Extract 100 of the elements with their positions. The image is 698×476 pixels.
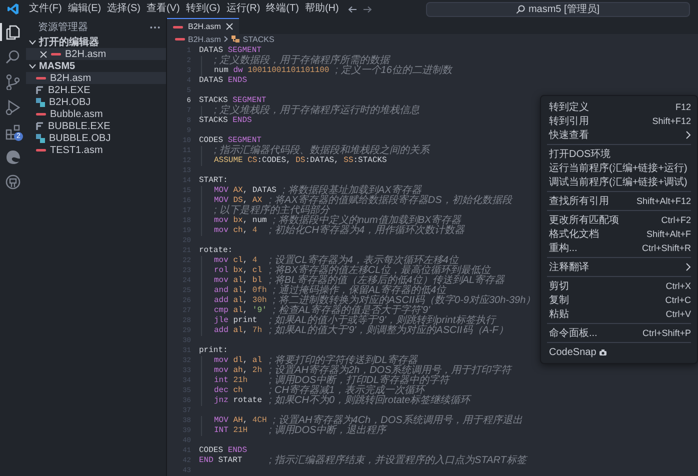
shortcut-text: Shift+F12 bbox=[652, 116, 691, 126]
cat-logo-icon[interactable] bbox=[5, 174, 21, 190]
code-line: add al, 7h bbox=[201, 326, 268, 336]
code-comment: ; 将数据段基址加载到AX寄存器 bbox=[282, 186, 422, 196]
menu-item[interactable]: 复制 Ctrl+C bbox=[541, 293, 697, 307]
menu-item[interactable]: 运行(R) bbox=[223, 0, 264, 18]
play-bug-icon[interactable] bbox=[5, 99, 21, 115]
chevron-right-icon bbox=[686, 131, 691, 139]
menu-item[interactable]: 转到引用 Shift+F12 bbox=[541, 114, 697, 128]
file-item[interactable]: B2H.OBJ bbox=[26, 96, 166, 108]
menu-item[interactable]: CodeSnap bbox=[541, 345, 697, 359]
menu-item[interactable]: 转到定义 F12 bbox=[541, 100, 697, 114]
code-comment: ; 如果AL的值大于'9'，则调整为对应的ASCII码（A-F） bbox=[269, 326, 508, 336]
more-icon[interactable] bbox=[150, 26, 160, 28]
object-file-icon bbox=[36, 98, 45, 106]
code-comment: ; 定义一个16位的二进制数 bbox=[335, 66, 452, 76]
code-line: CODES ENDS bbox=[199, 446, 248, 456]
code-line: mov al, bl bbox=[201, 276, 268, 286]
file-item[interactable]: Bubble.asm bbox=[26, 108, 166, 120]
assembly-file-icon bbox=[36, 146, 46, 154]
back-arrow-icon[interactable] bbox=[348, 6, 357, 12]
code-line: mov bx, num bbox=[201, 216, 273, 226]
extensions-icon[interactable] bbox=[5, 124, 21, 140]
file-item[interactable]: TEST1.asm bbox=[26, 144, 166, 156]
branch-icon[interactable] bbox=[5, 74, 21, 90]
close-icon[interactable] bbox=[226, 23, 233, 30]
menu-item[interactable]: 帮助(H) bbox=[302, 0, 342, 18]
object-file-icon bbox=[36, 134, 45, 142]
menu-item[interactable]: 快速查看 bbox=[541, 128, 697, 142]
file-item[interactable]: BUBBLE.EXE bbox=[26, 120, 166, 132]
breadcrumb-item[interactable]: STACKS bbox=[242, 34, 274, 44]
menu-item[interactable]: 命令面板... Ctrl+Shift+P bbox=[541, 326, 697, 340]
close-icon[interactable] bbox=[40, 50, 47, 58]
menu-item[interactable]: 终端(T) bbox=[263, 0, 302, 18]
menu-item[interactable]: 运行当前程序(汇编+链接+运行) bbox=[541, 161, 697, 175]
menu-item[interactable]: 查找所有引用 Shift+Alt+F12 bbox=[541, 194, 697, 208]
search-icon[interactable] bbox=[5, 49, 21, 65]
code-comment: ; 定义堆栈段，用于存储程序运行时的堆栈信息 bbox=[201, 106, 420, 116]
menu-item[interactable]: 粘贴 Ctrl+V bbox=[541, 307, 697, 321]
search-icon bbox=[516, 4, 526, 14]
menu-item[interactable]: 文件(F) bbox=[26, 0, 65, 18]
app-logo-icon bbox=[7, 3, 19, 15]
menu-item[interactable]: 调试当前程序(汇编+链接+调试) bbox=[541, 175, 697, 189]
code-comment: ; 指示汇编器程序结束，并设置程序的入口点为START标签 bbox=[269, 456, 526, 466]
symbol-structure-icon bbox=[230, 35, 240, 43]
code-line: dec ch bbox=[201, 386, 249, 396]
code-comment: ; 设置CL寄存器为4，表示每次循环左移4位 bbox=[269, 256, 458, 266]
code-comment: ; 将要打印的字符传送到DL寄存器 bbox=[269, 356, 418, 366]
browser-icon[interactable] bbox=[5, 149, 21, 165]
code-comment: ; 将BL寄存器的值（左移后的低4位）传送到AL寄存器 bbox=[269, 276, 505, 286]
code-line: ASSUME CS:CODES, DS:DATAS, SS:STACKS bbox=[201, 156, 393, 166]
code-line: START: bbox=[199, 176, 229, 186]
code-line: END START bbox=[199, 456, 244, 466]
shortcut-text: Ctrl+F2 bbox=[661, 215, 691, 225]
files-icon[interactable] bbox=[5, 24, 21, 40]
section-header[interactable]: 打开的编辑器 bbox=[26, 36, 166, 48]
sidebar-title: 资源管理器 bbox=[38, 21, 88, 34]
section-header[interactable]: MASM5 bbox=[26, 60, 166, 72]
menu-item[interactable]: 查看(V) bbox=[143, 0, 183, 18]
code-line: and al, 0fh bbox=[201, 286, 273, 296]
code-comment: ; CH寄存器减1，表示完成一次循环 bbox=[269, 386, 425, 396]
code-line: MOV AX, DATAS bbox=[201, 186, 282, 196]
menu-item[interactable]: 转到(G) bbox=[182, 0, 224, 18]
menu-item[interactable]: 重构... Ctrl+Shift+R bbox=[541, 241, 697, 255]
forward-arrow-icon[interactable] bbox=[362, 6, 372, 12]
breadcrumb-item[interactable]: B2H.asm bbox=[188, 34, 221, 44]
code-line: num dw 10011001101101100 bbox=[201, 66, 336, 76]
shortcut-text: Shift+Alt+F bbox=[646, 229, 691, 239]
assembly-file-icon bbox=[36, 74, 46, 82]
file-item[interactable]: B2H.asm bbox=[26, 72, 166, 84]
code-line: MOV AH, 4CH bbox=[201, 416, 273, 426]
command-center-text: masm5 [管理员] bbox=[528, 3, 600, 16]
shortcut-text: Shift+Alt+F12 bbox=[636, 196, 691, 206]
menu-item[interactable]: 格式化文档 Shift+Alt+F bbox=[541, 227, 697, 241]
menu-item[interactable]: 注释翻译 bbox=[541, 260, 697, 274]
code-line: STACKS ENDS bbox=[199, 116, 253, 126]
code-comment: ; 设置AH寄存器为2h，DOS系统调用号，用于打印字符 bbox=[269, 366, 512, 376]
file-item[interactable]: B2H.asm bbox=[26, 48, 166, 60]
shortcut-text: Ctrl+X bbox=[666, 281, 691, 291]
code-line: rotate: bbox=[199, 246, 234, 256]
menu-item[interactable]: 剪切 Ctrl+X bbox=[541, 279, 697, 293]
binary-file-icon bbox=[36, 86, 44, 94]
code-comment: ; 定义数据段，用于存储程序所需的数据 bbox=[201, 56, 390, 66]
code-line: mov cl, 4 bbox=[201, 256, 264, 266]
menu-item[interactable]: 打开DOS环境 bbox=[541, 147, 697, 161]
command-center[interactable]: masm5 [管理员] bbox=[426, 2, 690, 16]
code-line: STACKS SEGMENT bbox=[199, 96, 268, 105]
editor-tab[interactable]: B2H.asm bbox=[167, 18, 239, 34]
shortcut-text: Ctrl+Shift+P bbox=[642, 328, 691, 338]
menu-item[interactable]: 选择(S) bbox=[104, 0, 144, 18]
code-line: mov dl, al bbox=[201, 356, 268, 366]
file-item[interactable]: B2H.EXE bbox=[26, 84, 166, 96]
code-line: jle print bbox=[201, 316, 264, 326]
menu-item[interactable]: 更改所有匹配项 Ctrl+F2 bbox=[541, 213, 697, 227]
code-comment: ; 初始化CH寄存器为4，用作循环次数计数器 bbox=[269, 226, 465, 236]
menu-item[interactable]: 编辑(E) bbox=[64, 0, 104, 18]
file-item[interactable]: BUBBLE.OBJ bbox=[26, 132, 166, 144]
code-line: DATAS SEGMENT bbox=[199, 46, 262, 55]
code-line: INT 21H bbox=[201, 426, 254, 436]
code-comment: ; 将二进制数转换为对应的ASCII码（数字0-9对应30h-39h） bbox=[272, 296, 536, 306]
